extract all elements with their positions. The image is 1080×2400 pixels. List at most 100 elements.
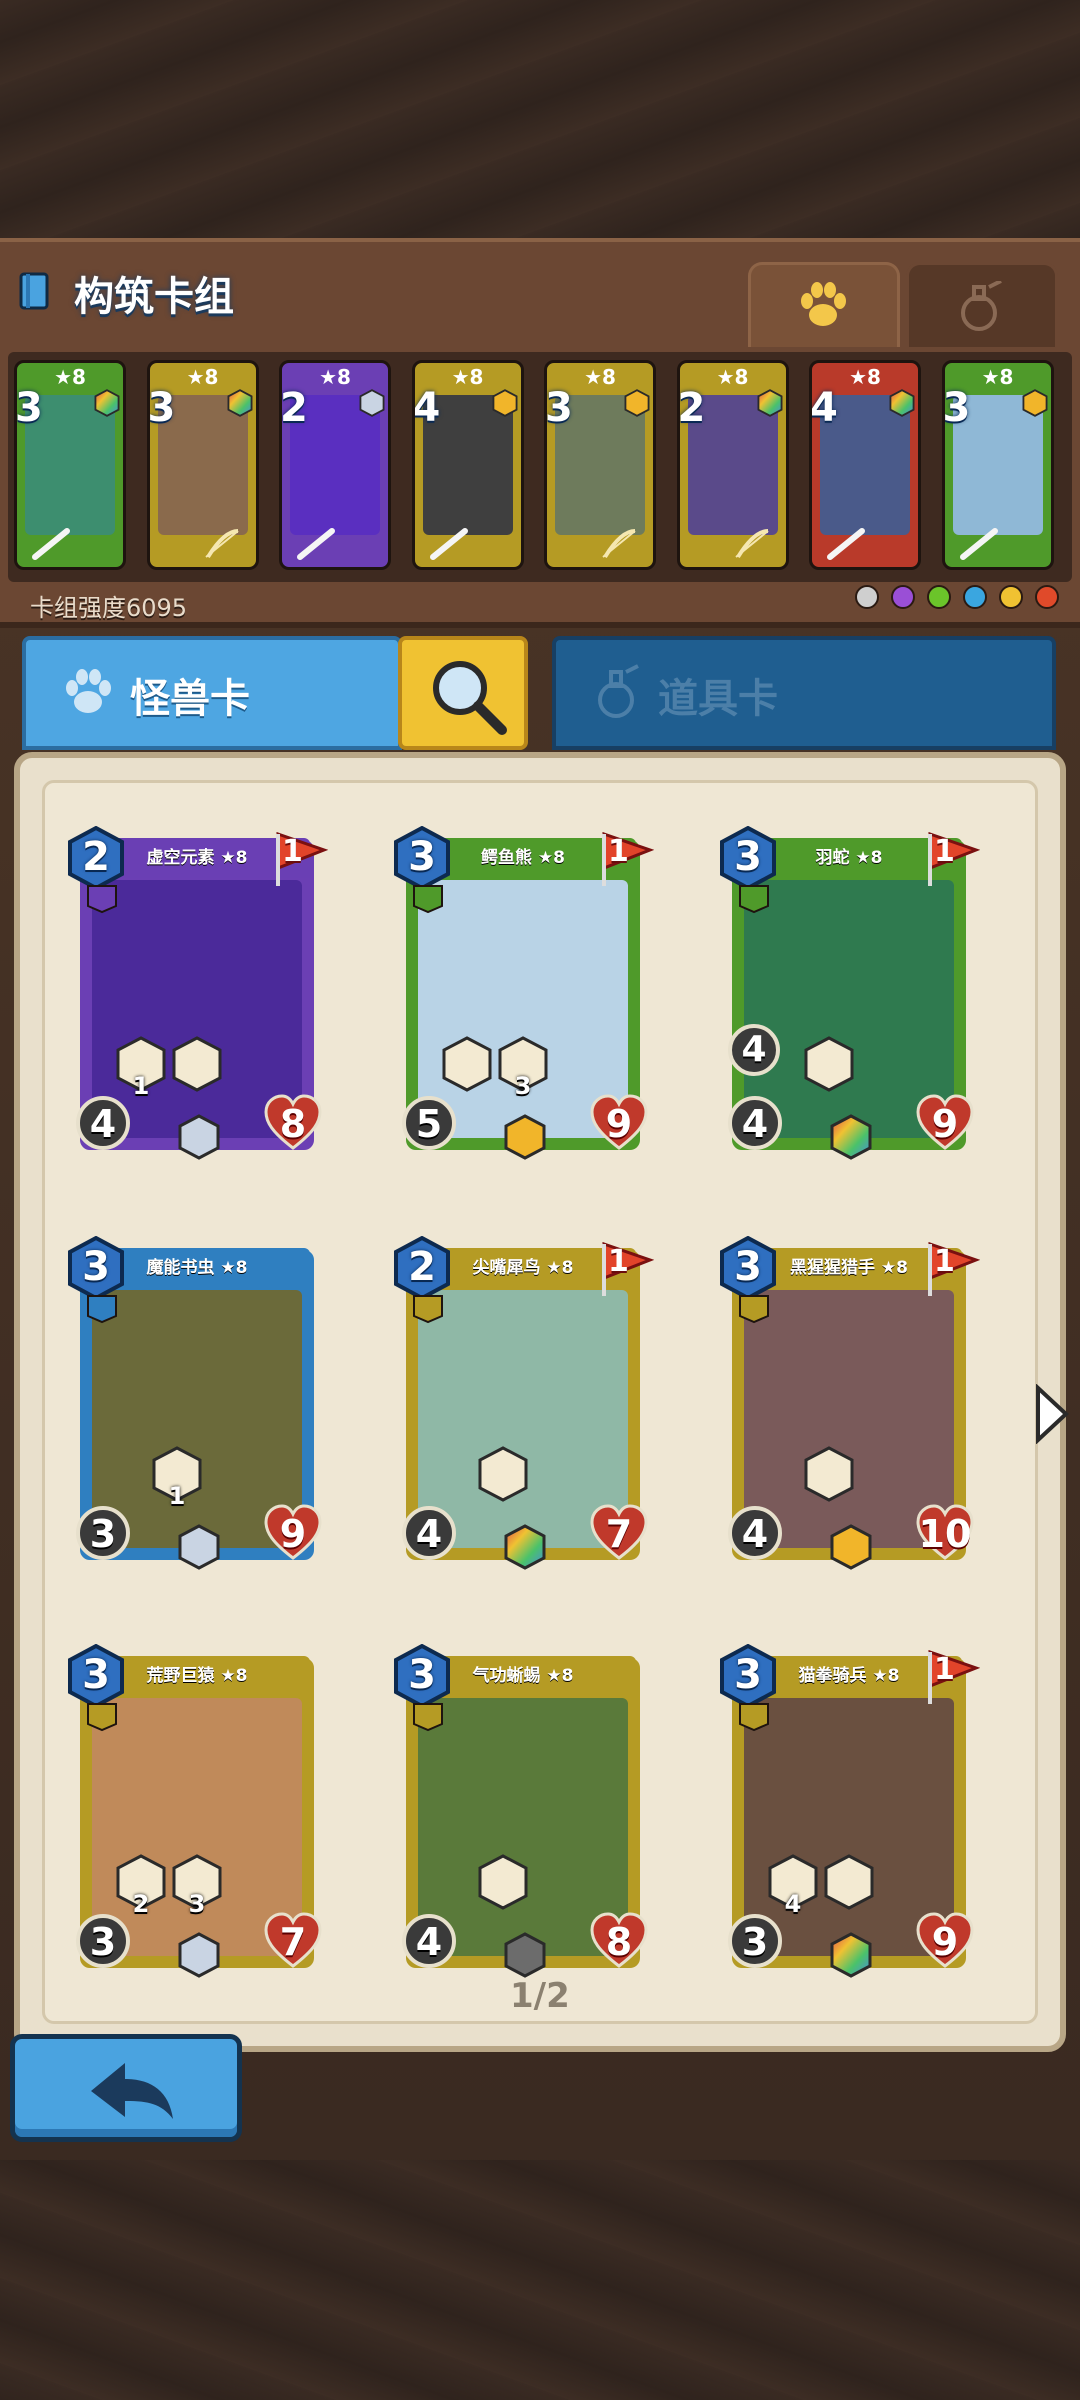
ability-hex-icon — [804, 1036, 854, 1092]
deck-card[interactable]: ★8 3 — [941, 360, 1054, 570]
back-button[interactable] — [10, 2034, 242, 2142]
card-attack: 5 — [415, 1102, 443, 1146]
deck-card-cost: 2 — [280, 385, 308, 431]
deck-card[interactable]: ★8 3 — [146, 360, 259, 570]
storm-icon[interactable] — [998, 584, 1024, 610]
ability-icon — [172, 1036, 222, 1092]
neutral-icon[interactable] — [854, 584, 880, 610]
tab-item-label: 道具卡 — [658, 676, 778, 722]
void-icon[interactable] — [890, 584, 916, 610]
card-health: 8 — [279, 1102, 307, 1146]
faction-icon — [413, 1295, 443, 1324]
ability-hex-icon — [804, 1446, 854, 1502]
ability-icon: 3 — [172, 1854, 222, 1918]
monster-card[interactable]: 黑猩猩猎手 ★8 3 4 10 1 — [720, 1232, 981, 1572]
monster-card[interactable]: 荒野巨猿 ★8 3 3 7 2 3 — [68, 1640, 328, 1980]
ability-value: 4 — [784, 1890, 802, 1918]
cost-badge: 3 — [720, 825, 776, 891]
card-cost: 3 — [734, 1244, 762, 1290]
deck-card[interactable]: ★8 2 — [676, 360, 789, 570]
card-attack: 4 — [741, 1512, 769, 1556]
cost-badge: 3 — [720, 1643, 776, 1709]
back-arrow-icon — [91, 2063, 173, 2119]
faction-filter-icons — [854, 584, 1060, 610]
deck-card[interactable]: ★8 4 — [411, 360, 524, 570]
monster-card[interactable]: 鳄鱼熊 ★8 3 5 9 1 3 — [394, 822, 655, 1162]
card-cost: 3 — [734, 1652, 762, 1698]
card-health: 10 — [918, 1512, 972, 1556]
nature-icon[interactable] — [926, 584, 952, 610]
ability-icon: 4 — [768, 1854, 818, 1918]
deck-book-icon — [19, 272, 49, 310]
ability-hex-icon — [478, 1854, 528, 1910]
card-attack: 3 — [89, 1920, 117, 1964]
monster-card[interactable]: 尖嘴犀鸟 ★8 2 4 7 1 — [394, 1232, 655, 1572]
bow-icon — [734, 529, 769, 559]
deck-card[interactable]: ★8 3 — [14, 360, 126, 570]
monster-card[interactable]: 羽蛇 ★8 3 4 9 1 4 — [720, 822, 981, 1162]
rarity-gem-icon — [1022, 389, 1047, 417]
monster-card[interactable]: 气功蜥蜴 ★8 3 4 8 — [394, 1640, 654, 1980]
rarity-gem-icon — [227, 389, 252, 417]
health-badge: 9 — [262, 1502, 324, 1564]
cost-badge: 2 — [394, 1235, 450, 1301]
monster-type-tab[interactable] — [748, 262, 900, 347]
faction-icon — [739, 1295, 769, 1324]
ability-icon: 1 — [152, 1446, 202, 1510]
card-attack: 4 — [741, 1102, 769, 1146]
monster-card[interactable]: 虚空元素 ★8 2 4 8 1 1 — [68, 822, 329, 1162]
rarity-gem-icon — [624, 389, 650, 417]
next-page-arrow-icon[interactable] — [1032, 1384, 1072, 1444]
rarity-gem-icon — [504, 1114, 546, 1160]
card-cost: 3 — [408, 834, 436, 880]
ability-icons — [478, 1446, 528, 1502]
ability-icons — [478, 1854, 528, 1910]
rarity-gem-icon — [757, 389, 782, 417]
fire-icon[interactable] — [1034, 584, 1060, 610]
sword-icon — [32, 528, 70, 560]
card-attack: 3 — [741, 1920, 769, 1964]
wood-background-bottom — [0, 2160, 1080, 2400]
health-badge: 9 — [914, 1092, 976, 1154]
tab-item-cards[interactable]: 道具卡 — [552, 636, 1056, 750]
card-cost: 3 — [82, 1652, 110, 1698]
item-type-tab[interactable] — [906, 262, 1058, 347]
card-attack: 3 — [89, 1512, 117, 1556]
deck-card[interactable]: ★8 2 — [279, 360, 391, 570]
faction-icon — [739, 1703, 769, 1732]
search-button[interactable] — [398, 636, 528, 750]
card-health: 9 — [279, 1512, 307, 1556]
deck-power: 卡组强度6095 — [30, 594, 188, 622]
level-flag: 1 — [274, 831, 329, 888]
attack-badge: 4 — [400, 1912, 458, 1970]
ability-icon — [824, 1854, 874, 1910]
ability-value: 3 — [514, 1072, 532, 1100]
card-flag-level: 1 — [934, 834, 955, 869]
water-icon[interactable] — [962, 584, 988, 610]
card-cost: 3 — [734, 834, 762, 880]
deck-card[interactable]: ★8 4 — [809, 360, 921, 570]
faction-icon — [413, 1703, 443, 1732]
monster-card[interactable]: 魔能书虫 ★8 3 3 9 1 — [68, 1232, 328, 1572]
health-badge: 8 — [262, 1092, 324, 1154]
faction-icon — [413, 885, 443, 914]
health-badge: 8 — [588, 1910, 650, 1972]
faction-icon — [87, 1295, 117, 1324]
sword-icon — [959, 528, 998, 560]
level-flag: 1 — [926, 831, 981, 888]
deck-card-cost: 3 — [147, 385, 176, 431]
ability-icons: 3 — [442, 1036, 548, 1100]
search-icon — [433, 661, 507, 735]
bow-icon — [204, 529, 239, 559]
card-health: 7 — [605, 1512, 633, 1556]
deck-card[interactable]: ★8 3 — [544, 360, 656, 570]
cost-badge: 2 — [68, 825, 124, 891]
sword-icon — [429, 528, 468, 560]
card-flag-level: 1 — [608, 1244, 629, 1279]
monster-card[interactable]: 猫拳骑兵 ★8 3 3 9 1 4 — [720, 1640, 981, 1980]
ability-icon — [804, 1036, 854, 1092]
health-badge: 9 — [588, 1092, 650, 1154]
deck-card-cost: 3 — [15, 385, 43, 431]
tab-monster-cards[interactable]: 怪兽卡 — [22, 636, 402, 750]
ability-value: 3 — [188, 1890, 206, 1918]
